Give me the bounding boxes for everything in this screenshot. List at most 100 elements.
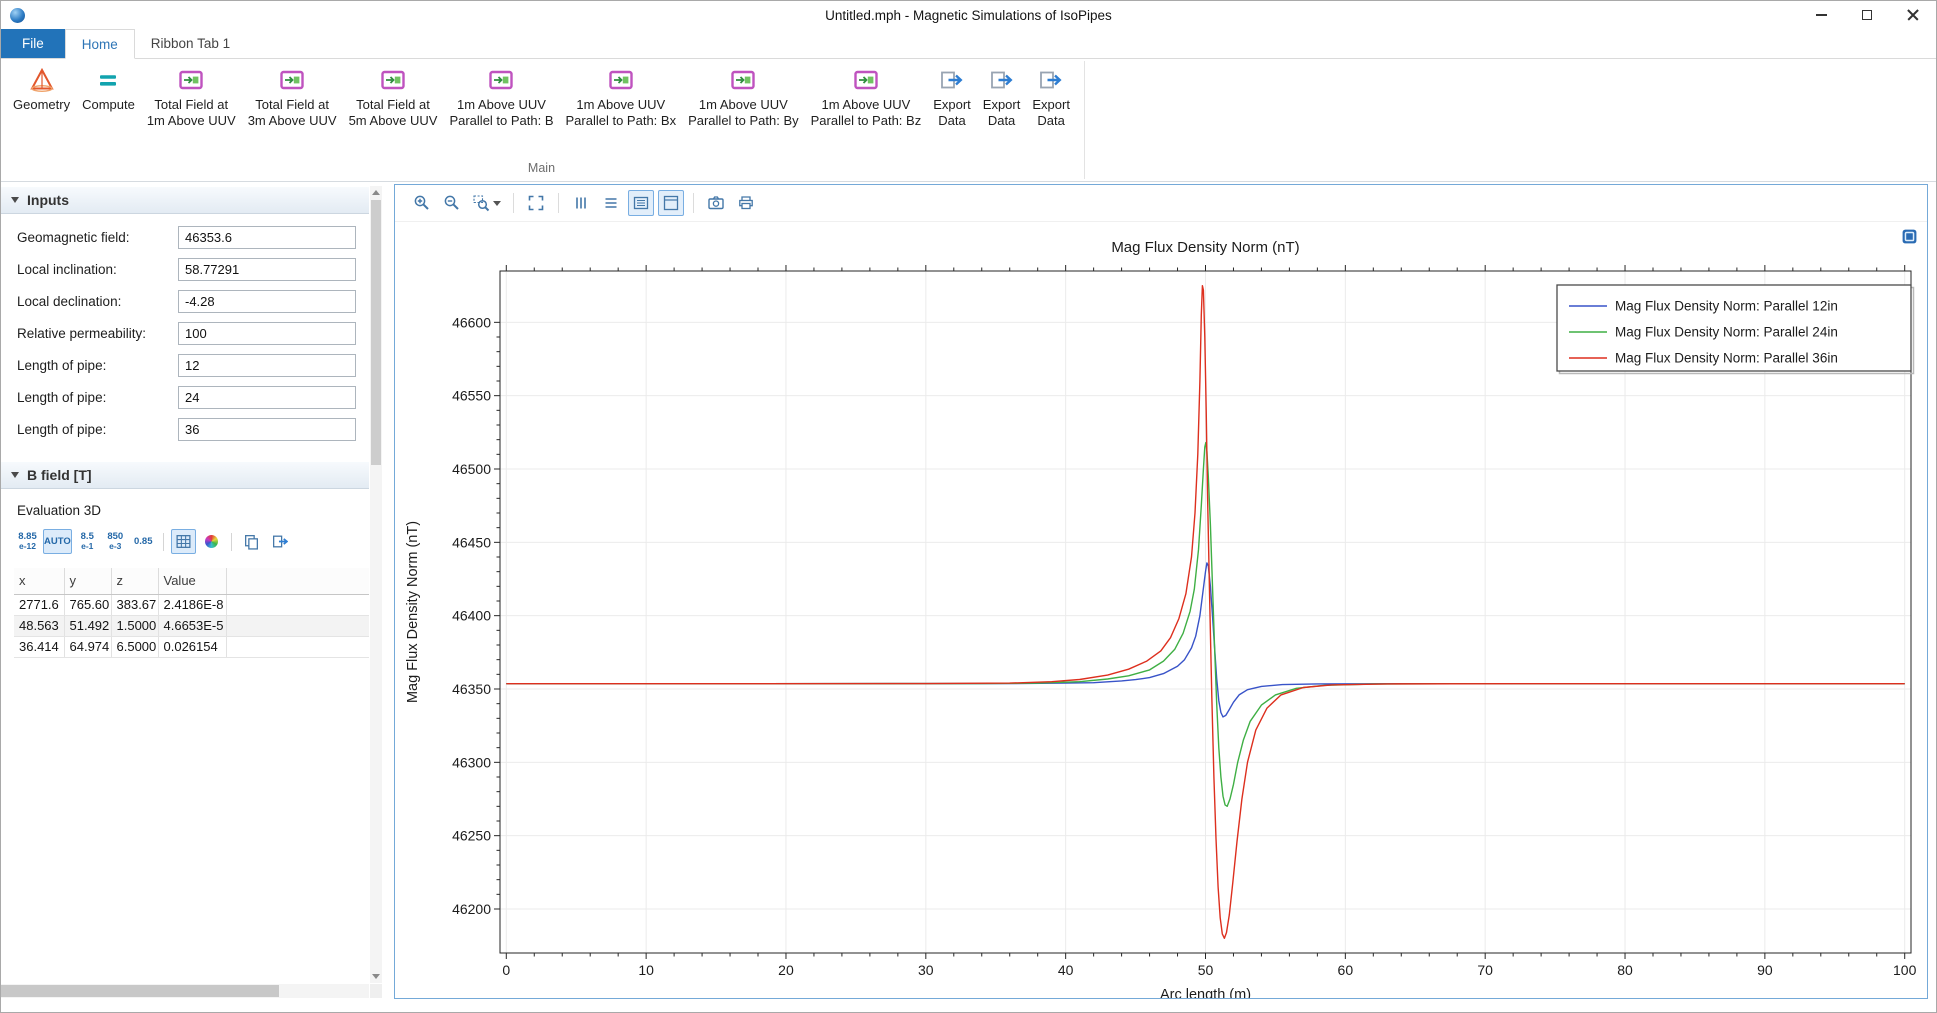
plot-icon	[177, 66, 205, 94]
table-cell-filler	[226, 636, 369, 657]
ribbon-button-total-field-at-1m-above-uuv-2[interactable]: Total Field at 1m Above UUV	[147, 66, 236, 129]
field-label: Length of pipe:	[17, 358, 178, 373]
export-table[interactable]	[267, 529, 292, 554]
scroll-down-icon[interactable]	[372, 974, 380, 979]
zoom-extents-button[interactable]	[523, 190, 549, 216]
zoom-in-icon	[413, 194, 431, 212]
plot-icon	[278, 66, 306, 94]
field-input-0[interactable]	[178, 226, 356, 249]
zoom-out-button[interactable]	[439, 190, 465, 216]
field-input-2[interactable]	[178, 290, 356, 313]
column-header-x: x	[14, 568, 64, 594]
horizontal-scroll-thumb[interactable]	[1, 985, 279, 997]
minimize-button[interactable]	[1798, 1, 1844, 29]
ribbon-button-1m-above-uuv-parallel-to-path-b-5[interactable]: 1m Above UUV Parallel to Path: B	[449, 66, 553, 129]
sidebar-horizontal-scrollbar[interactable]	[1, 984, 369, 998]
show-frame-button[interactable]	[658, 190, 684, 216]
plot-svg[interactable]: 0102030405060708090100462004625046300463…	[395, 222, 1927, 998]
field-row: Length of pipe:	[1, 349, 369, 381]
result-table: xyzValue 2771.6765.60383.672.4186E-848.5…	[14, 568, 369, 658]
table-cell: 51.492	[64, 615, 111, 636]
copy-table[interactable]	[239, 529, 264, 554]
precision-decimal[interactable]: 0.85	[131, 529, 156, 554]
maximize-button[interactable]	[1844, 1, 1890, 29]
zoom-box-button[interactable]	[469, 190, 504, 216]
show-legends-button[interactable]	[628, 190, 654, 216]
ribbon-button-label: Export Data	[983, 97, 1021, 129]
format-bottom-text: e-12	[19, 542, 36, 551]
field-input-3[interactable]	[178, 322, 356, 345]
ribbon-button-export-data-9[interactable]: Export Data	[933, 66, 971, 129]
close-button[interactable]	[1890, 1, 1936, 29]
field-input-4[interactable]	[178, 354, 356, 377]
chevron-down-icon	[493, 201, 501, 206]
field-input-1[interactable]	[178, 258, 356, 281]
table-view[interactable]	[171, 529, 196, 554]
format-bottom-text: e-1	[81, 542, 93, 551]
svg-text:10: 10	[638, 962, 654, 978]
bfield-section-header[interactable]: B field [T]	[1, 461, 369, 489]
ribbon-button-label: 1m Above UUV Parallel to Path: By	[688, 97, 799, 129]
window-controls	[1798, 1, 1936, 29]
format-label: 0.85	[134, 537, 153, 547]
image-snapshot-button[interactable]	[703, 190, 729, 216]
ribbon-button-label: Total Field at 3m Above UUV	[248, 97, 337, 129]
x-axis-settings-button[interactable]	[598, 190, 624, 216]
zoom-in-button[interactable]	[409, 190, 435, 216]
x-tick-labels: 0102030405060708090100	[502, 962, 1916, 978]
scroll-up-icon[interactable]	[370, 186, 382, 199]
separator	[163, 533, 164, 551]
ribbon-button-export-data-10[interactable]: Export Data	[983, 66, 1021, 129]
legend: Mag Flux Density Norm: Parallel 12inMag …	[1557, 285, 1914, 374]
ribbon-tab-ribbon-tab-1[interactable]: Ribbon Tab 1	[135, 29, 246, 58]
inputs-section-header[interactable]: Inputs	[1, 186, 369, 214]
print-button[interactable]	[733, 190, 759, 216]
ribbon-button-1m-above-uuv-parallel-to-path-by-7[interactable]: 1m Above UUV Parallel to Path: By	[688, 66, 799, 129]
legend-entry-0: Mag Flux Density Norm: Parallel 12in	[1615, 299, 1838, 314]
field-input-5[interactable]	[178, 386, 356, 409]
y-axis-label: Mag Flux Density Norm (nT)	[405, 521, 421, 703]
ribbon-tab-home[interactable]: Home	[65, 29, 135, 59]
ribbon-button-total-field-at-5m-above-uuv-4[interactable]: Total Field at 5m Above UUV	[349, 66, 438, 129]
app-icon[interactable]	[10, 8, 25, 23]
vertical-scroll-thumb[interactable]	[371, 200, 381, 465]
settings-panel-content: Inputs Geomagnetic field:Local inclinati…	[1, 186, 369, 983]
field-input-6[interactable]	[178, 418, 356, 441]
settings-panel: Inputs Geomagnetic field:Local inclinati…	[1, 186, 382, 998]
ribbon-tab-file[interactable]: File	[1, 29, 65, 58]
panel-splitter[interactable]	[382, 182, 394, 1012]
detach-window-icon[interactable]	[1901, 228, 1918, 245]
plot-icon	[379, 66, 407, 94]
y-axis-settings-button[interactable]	[568, 190, 594, 216]
table-cell-filler	[226, 615, 369, 636]
field-row: Length of pipe:	[1, 413, 369, 445]
fit-icon	[527, 194, 545, 212]
ribbon-button-label: Compute	[82, 97, 135, 113]
table-cell-filler	[226, 594, 369, 615]
compute-icon	[94, 66, 122, 94]
x-axis-label: Arc length (m)	[1160, 987, 1251, 998]
ribbon-button-1m-above-uuv-parallel-to-path-bx-6[interactable]: 1m Above UUV Parallel to Path: Bx	[566, 66, 677, 129]
ribbon-button-compute-1[interactable]: Compute	[82, 66, 135, 113]
ribbon-button-geometry-0[interactable]: Geometry	[13, 66, 70, 113]
precision-auto[interactable]: AUTO	[43, 529, 72, 554]
plot-canvas[interactable]: 0102030405060708090100462004625046300463…	[395, 222, 1927, 998]
svg-text:70: 70	[1477, 962, 1493, 978]
precision-milli[interactable]: 850e-3	[103, 529, 128, 554]
table-row[interactable]: 48.56351.4921.50004.6653E-5	[14, 615, 369, 636]
ribbon-button-1m-above-uuv-parallel-to-path-bz-8[interactable]: 1m Above UUV Parallel to Path: Bz	[811, 66, 922, 129]
svg-text:46500: 46500	[452, 461, 491, 477]
precision-engineering[interactable]: 8.5e-1	[75, 529, 100, 554]
color-view[interactable]	[199, 529, 224, 554]
plot-icon	[487, 66, 515, 94]
sidebar-vertical-scrollbar[interactable]	[370, 186, 382, 983]
bars-v-icon	[572, 194, 590, 212]
precision-scientific[interactable]: 8.85e-12	[15, 529, 40, 554]
frame-icon	[662, 194, 680, 212]
field-row: Length of pipe:	[1, 381, 369, 413]
collapse-triangle-icon	[11, 197, 19, 203]
table-row[interactable]: 2771.6765.60383.672.4186E-8	[14, 594, 369, 615]
ribbon-button-export-data-11[interactable]: Export Data	[1032, 66, 1070, 129]
ribbon-button-total-field-at-3m-above-uuv-3[interactable]: Total Field at 3m Above UUV	[248, 66, 337, 129]
table-row[interactable]: 36.41464.9746.50000.026154	[14, 636, 369, 657]
